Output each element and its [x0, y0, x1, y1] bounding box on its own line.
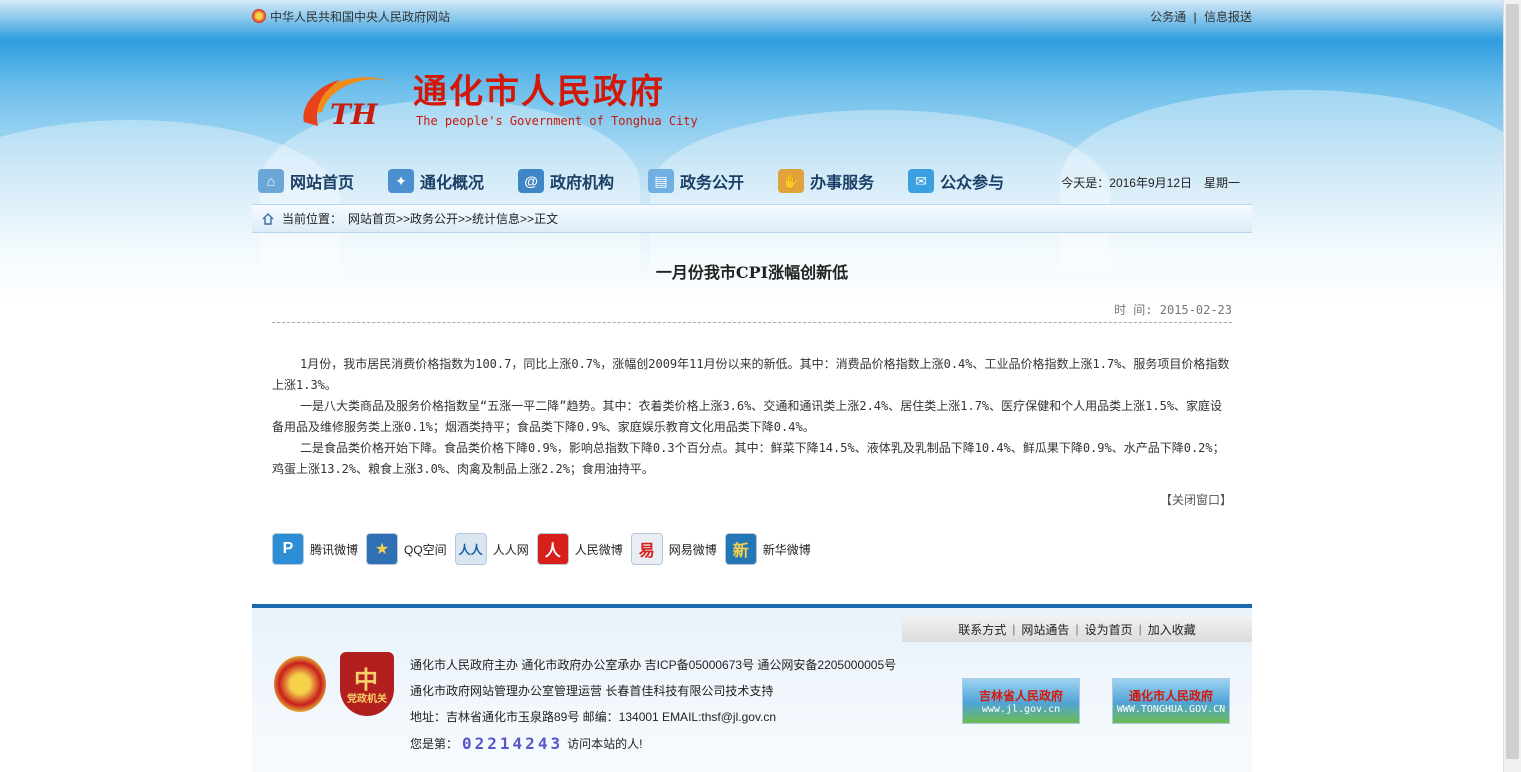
article-body: 1月份，我市居民消费价格指数为100.7，同比上涨0.7%，涨幅创2009年11…: [272, 354, 1232, 480]
vertical-scrollbar[interactable]: [1503, 0, 1521, 772]
party-gov-badge-icon[interactable]: 中 党政机关: [340, 652, 394, 716]
paragraph: 二是食品类价格开始下降。食品类价格下降0.9%，影响总指数下降0.3个百分点。其…: [272, 441, 1225, 476]
qzone-icon: ★: [366, 533, 399, 565]
nav-participation[interactable]: ✉ 公众参与: [908, 169, 1004, 193]
share-qzone[interactable]: ★ QQ空间: [366, 533, 447, 565]
footer-line: 通化市人民政府主办 通化市政府办公室承办 吉ICP备05000673号 通公网安…: [410, 658, 897, 672]
share-tencent-weibo[interactable]: P 腾讯微博: [272, 533, 358, 565]
set-homepage-link[interactable]: 设为首页: [1085, 621, 1133, 638]
scrollbar-thumb[interactable]: [1506, 4, 1519, 759]
breadcrumb-path[interactable]: 网站首页>>政务公开>>统计信息>>正文: [348, 210, 558, 227]
jilin-gov-banner[interactable]: 吉林省人民政府 www.jl.gov.cn: [962, 678, 1080, 724]
article-date: 时 间: 2015-02-23: [1114, 303, 1232, 317]
topbar-separator: |: [1193, 9, 1197, 24]
article-title: 一月份我市CPI涨幅创新低: [655, 263, 849, 282]
share-xinhua-weibo[interactable]: 新 新华微博: [724, 533, 811, 565]
tonghua-logo-icon: TH: [303, 77, 392, 131]
home-icon: [262, 212, 274, 225]
paragraph: 一是八大类商品及服务价格指数呈“五涨一平二降”趋势。其中：衣着类价格上涨3.6%…: [272, 399, 1223, 434]
xinhua-weibo-icon: 新: [724, 533, 757, 565]
notice-link[interactable]: 网站通告: [1021, 621, 1069, 638]
share-bar: P 腾讯微博 ★ QQ空间 人人 人人网 人 人民微博 易 网易微博 新 新华微…: [272, 533, 819, 565]
visitor-counter: 您是第： 02214243 访问本站的人!: [410, 734, 643, 753]
chat-icon: ✉: [908, 169, 935, 193]
footer-line: 地址：吉林省通化市玉泉路89号 邮编：134001 EMAIL:thsf@jl.…: [410, 710, 777, 724]
at-icon: @: [518, 169, 545, 193]
main-nav: ⌂ 网站首页 ✦ 通化概况 @ 政府机构 ▤ 政务公开 ✋ 办事服务 ✉ 公众参…: [258, 165, 1252, 197]
tencent-weibo-icon: P: [272, 533, 304, 565]
share-netease-weibo[interactable]: 易 网易微博: [630, 533, 717, 565]
divider: [272, 322, 1232, 323]
top-bar: 中华人民共和国中央人民政府网站 公务通 | 信息报送: [252, 0, 1252, 32]
paragraph: 1月份，我市居民消费价格指数为100.7，同比上涨0.7%，涨幅创2009年11…: [272, 357, 1230, 392]
close-window-link[interactable]: 【关闭窗口】: [1160, 491, 1232, 508]
people-weibo-icon: 人: [536, 533, 569, 565]
site-title: 通化市人民政府: [413, 72, 665, 112]
contact-link[interactable]: 联系方式: [958, 621, 1006, 638]
nav-open-affairs[interactable]: ▤ 政务公开: [648, 169, 744, 193]
renren-icon: 人人: [454, 533, 487, 565]
nav-home[interactable]: ⌂ 网站首页: [258, 169, 354, 193]
breadcrumb: 当前位置： 网站首页>>政务公开>>统计信息>>正文: [252, 204, 1252, 233]
map-icon: ✦: [388, 169, 415, 193]
site-logo[interactable]: TH 通化市人民政府 The people's Government of To…: [300, 62, 720, 142]
svg-text:TH: TH: [330, 98, 379, 131]
breadcrumb-prefix: 当前位置：: [282, 212, 343, 226]
article: 一月份我市CPI涨幅创新低 时 间: 2015-02-23 1月份，我市居民消费…: [272, 250, 1232, 507]
nav-services[interactable]: ✋ 办事服务: [778, 169, 874, 193]
add-favorite-link[interactable]: 加入收藏: [1148, 621, 1196, 638]
netease-weibo-icon: 易: [630, 533, 663, 565]
footer-links: 联系方式 | 网站通告 | 设为首页 | 加入收藏: [902, 616, 1252, 642]
current-date: 今天是：2016年9月12日 星期一: [1061, 176, 1240, 190]
gongwutong-link[interactable]: 公务通: [1150, 10, 1186, 24]
share-renren[interactable]: 人人 人人网: [454, 533, 529, 565]
tonghua-gov-banner[interactable]: 通化市人民政府 WWW.TONGHUA.GOV.CN: [1112, 678, 1230, 724]
national-emblem-icon: [252, 9, 266, 23]
site-subtitle: The people's Government of Tonghua City: [416, 114, 698, 128]
footer: 联系方式 | 网站通告 | 设为首页 | 加入收藏 中 党政机关 通化市人民政府主办 …: [252, 604, 1252, 772]
info-report-link[interactable]: 信息报送: [1204, 10, 1252, 24]
footer-line: 通化市政府网站管理办公室管理运营 长春首佳科技有限公司技术支持: [410, 684, 774, 698]
share-people-weibo[interactable]: 人 人民微博: [536, 533, 623, 565]
nav-overview[interactable]: ✦ 通化概况: [388, 169, 484, 193]
central-gov-link[interactable]: 中华人民共和国中央人民政府网站: [270, 8, 450, 25]
footer-info: 通化市人民政府主办 通化市政府办公室承办 吉ICP备05000673号 通公网安…: [410, 652, 896, 730]
handshake-icon: ✋: [778, 169, 805, 193]
nav-institutions[interactable]: @ 政府机构: [518, 169, 614, 193]
police-badge-icon[interactable]: [274, 656, 326, 712]
document-icon: ▤: [648, 169, 675, 193]
visitor-count: 02214243: [462, 734, 564, 753]
home-icon: ⌂: [258, 169, 284, 193]
